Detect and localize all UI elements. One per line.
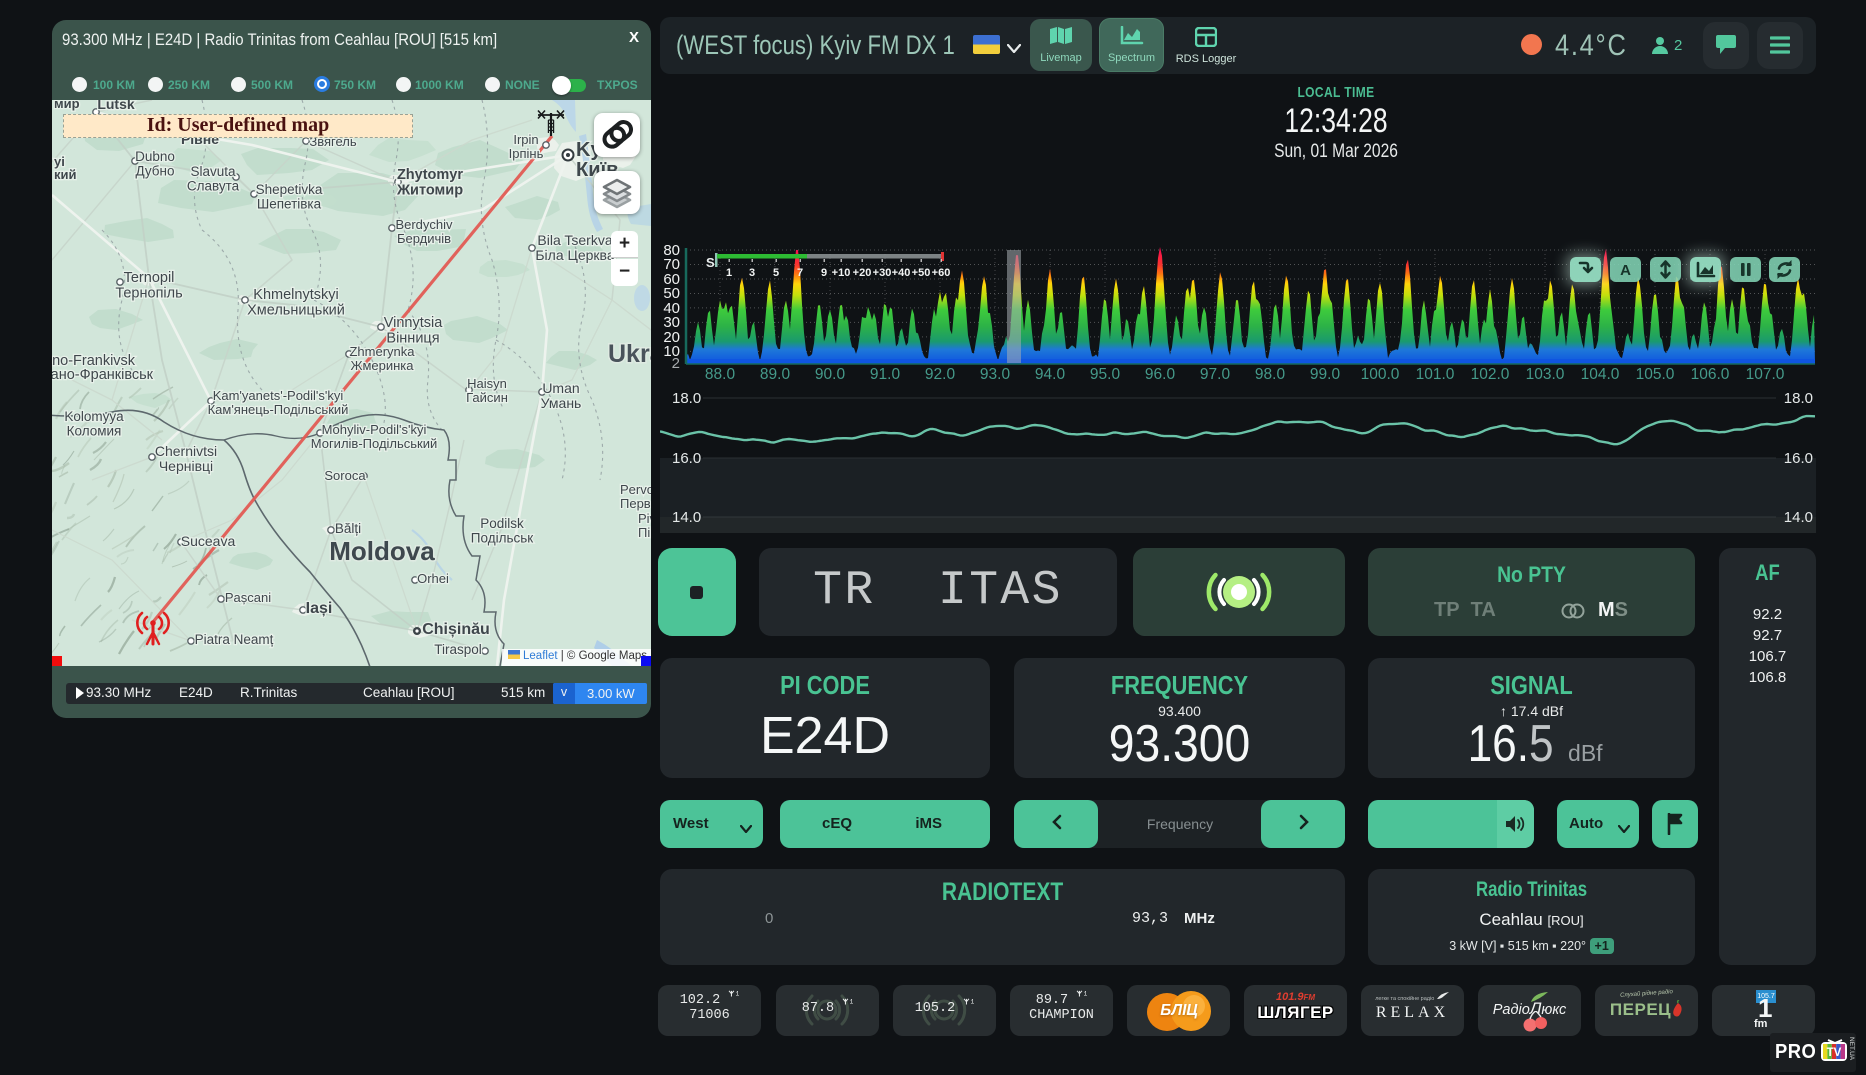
svg-text:5: 5	[773, 267, 779, 279]
svg-text:97.0: 97.0	[1200, 366, 1231, 383]
svg-text:16.0: 16.0	[1784, 450, 1813, 467]
svg-text:Жмеринка: Жмеринка	[350, 358, 414, 373]
svg-text:Uman: Uman	[542, 380, 579, 396]
svg-text:Чернівці: Чернівці	[159, 458, 213, 474]
svg-text:Дубно: Дубно	[135, 164, 174, 179]
svg-text:Умань: Умань	[541, 395, 582, 411]
svg-text:Славута: Славута	[187, 179, 240, 194]
svg-text:14.0: 14.0	[1784, 509, 1813, 526]
svg-text:106.0: 106.0	[1691, 366, 1730, 383]
svg-text:3: 3	[749, 267, 755, 279]
svg-text:Bila Tserkva: Bila Tserkva	[537, 232, 612, 248]
svg-text:Moldova: Moldova	[329, 536, 435, 566]
svg-text:9: 9	[821, 267, 827, 279]
svg-text:Shepetivka: Shepetivka	[256, 182, 323, 197]
svg-text:Podilsk: Podilsk	[480, 516, 524, 531]
svg-text:+10: +10	[832, 267, 851, 279]
svg-text:16.0: 16.0	[672, 450, 701, 467]
svg-text:Гайсин: Гайсин	[466, 390, 508, 405]
svg-text:кий: кий	[54, 167, 77, 182]
svg-text:101.0: 101.0	[1416, 366, 1455, 383]
svg-text:1: 1	[736, 991, 739, 998]
svg-text:Біла Церква: Біла Церква	[535, 247, 614, 263]
svg-text:1: 1	[1084, 991, 1087, 998]
svg-text:Бердичів: Бердичів	[397, 231, 451, 246]
svg-text:Chernivtsi: Chernivtsi	[155, 443, 217, 459]
svg-text:Хмельницький: Хмельницький	[247, 303, 345, 319]
svg-text:+40: +40	[892, 267, 911, 279]
svg-text:105.0: 105.0	[1636, 366, 1675, 383]
svg-text:Iași: Iași	[306, 600, 333, 617]
svg-text:+20: +20	[853, 267, 872, 279]
svg-text:Ukra: Ukra	[608, 340, 651, 368]
svg-text:92.0: 92.0	[925, 366, 956, 383]
svg-text:1: 1	[850, 999, 853, 1006]
svg-text:90.0: 90.0	[815, 366, 846, 383]
svg-text:98.0: 98.0	[1255, 366, 1286, 383]
svg-text:Orhei: Orhei	[417, 571, 449, 586]
svg-text:Zhmerynka: Zhmerynka	[349, 344, 415, 359]
svg-text:Vinnytsia: Vinnytsia	[384, 315, 444, 331]
svg-text:TV: TV	[1827, 1047, 1842, 1059]
svg-text:Berdychiv: Berdychiv	[395, 217, 453, 232]
svg-text:Тернопіль: Тернопіль	[115, 286, 182, 302]
svg-text:S: S	[706, 255, 715, 270]
svg-text:Chișinău: Chișinău	[422, 621, 490, 638]
svg-text:Kolomyya: Kolomyya	[64, 409, 124, 424]
svg-text:+50: +50	[912, 267, 931, 279]
svg-text:18.0: 18.0	[1784, 390, 1813, 407]
svg-text:88.0: 88.0	[705, 366, 736, 383]
svg-text:Ірпінь: Ірпінь	[509, 146, 544, 161]
svg-text:мир: мир	[54, 100, 80, 111]
svg-text:Suceava: Suceava	[181, 533, 236, 549]
svg-text:Haisyn: Haisyn	[467, 376, 507, 391]
svg-text:Житомир: Житомир	[396, 183, 463, 199]
svg-text:103.0: 103.0	[1526, 366, 1565, 383]
svg-text:Подільськ: Подільськ	[471, 531, 533, 546]
svg-text:91.0: 91.0	[870, 366, 901, 383]
svg-text:100.0: 100.0	[1361, 366, 1400, 383]
svg-text:Lutsk: Lutsk	[97, 100, 135, 112]
svg-text:2: 2	[672, 355, 680, 372]
svg-text:Khmelnytskyi: Khmelnytskyi	[253, 287, 338, 303]
svg-text:7: 7	[797, 267, 803, 279]
svg-text:Piatra Neamț: Piatra Neamț	[195, 632, 274, 647]
svg-text:+30: +30	[873, 267, 892, 279]
svg-text:Ternopil: Ternopil	[124, 270, 175, 286]
svg-text:96.0: 96.0	[1145, 366, 1176, 383]
svg-text:Dubno: Dubno	[135, 149, 175, 164]
svg-text:Zhytomyr: Zhytomyr	[397, 167, 463, 183]
svg-text:14.0: 14.0	[672, 509, 701, 526]
svg-text:95.0: 95.0	[1090, 366, 1121, 383]
svg-text:Шепетівка: Шепетівка	[257, 197, 322, 212]
svg-text:1: 1	[971, 999, 974, 1006]
svg-text:102.0: 102.0	[1471, 366, 1510, 383]
svg-text:1: 1	[726, 267, 732, 279]
svg-text:Пів: Пів	[638, 525, 651, 540]
svg-text:93.0: 93.0	[980, 366, 1011, 383]
svg-text:Коломия: Коломия	[67, 424, 122, 439]
svg-text:94.0: 94.0	[1035, 366, 1066, 383]
svg-text:Pașcani: Pașcani	[225, 590, 271, 605]
svg-text:Tiraspol: Tiraspol	[434, 642, 482, 657]
svg-text:Bălți: Bălți	[335, 521, 361, 536]
svg-text:Mohyliv-Podil's'kyi: Mohyliv-Podil's'kyi	[322, 422, 427, 437]
svg-text:Kam'yanets'-Podil's'kyi: Kam'yanets'-Podil's'kyi	[213, 388, 344, 403]
svg-text:Irpin: Irpin	[513, 132, 538, 147]
svg-text:107.0: 107.0	[1746, 366, 1785, 383]
svg-text:Pervoma: Pervoma	[620, 482, 651, 497]
svg-text:Soroca: Soroca	[324, 468, 366, 483]
svg-text:зано-Франківськ: зано-Франківськ	[52, 367, 154, 383]
svg-text:Могилів-Подільський: Могилів-Подільський	[311, 436, 438, 451]
svg-text:89.0: 89.0	[760, 366, 791, 383]
svg-text:Pivo: Pivo	[638, 511, 651, 526]
svg-text:Slavuta: Slavuta	[190, 164, 236, 179]
svg-text:18.0: 18.0	[672, 390, 701, 407]
svg-text:+60: +60	[932, 267, 951, 279]
svg-text:A: A	[1620, 262, 1631, 279]
svg-text:Кам'янець-Подільський: Кам'янець-Подільський	[208, 402, 349, 417]
svg-text:Первом: Первом	[620, 496, 651, 511]
svg-text:104.0: 104.0	[1581, 366, 1620, 383]
svg-text:99.0: 99.0	[1310, 366, 1341, 383]
